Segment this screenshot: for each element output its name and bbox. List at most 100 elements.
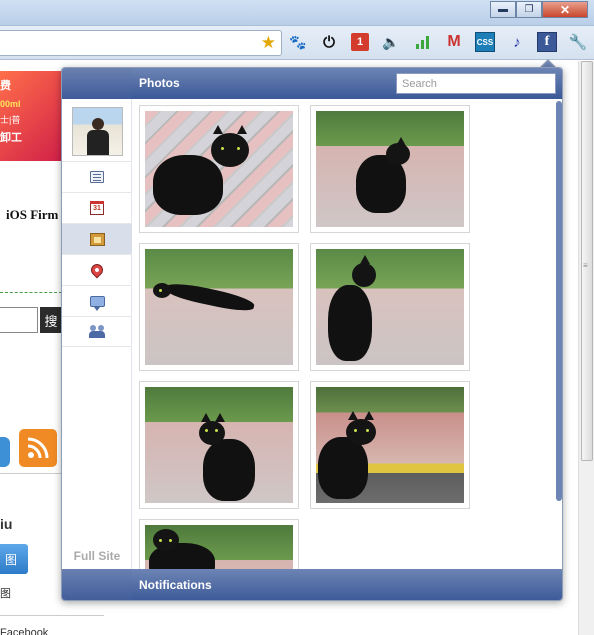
cat-eye xyxy=(221,147,224,150)
scroll-grip-icon: ≡ xyxy=(583,261,588,270)
cat-eye xyxy=(159,539,162,542)
avatar-head xyxy=(92,118,104,130)
cat-shape xyxy=(328,285,372,361)
popup-header-left xyxy=(62,68,132,99)
cat-head xyxy=(386,143,410,165)
cat-shape xyxy=(164,279,256,315)
popup-footer-left xyxy=(62,569,132,600)
cat-eye xyxy=(159,289,162,292)
popup-scrollbar-thumb[interactable] xyxy=(556,101,562,501)
friends-icon xyxy=(89,325,105,338)
photo-thumbnail[interactable] xyxy=(139,381,299,509)
rss-icon[interactable] xyxy=(19,429,57,467)
photo-thumbnail[interactable] xyxy=(139,243,299,371)
photo-thumbnail[interactable] xyxy=(139,519,299,569)
cat-shape xyxy=(318,437,368,499)
photo-thumbnail[interactable] xyxy=(310,243,470,371)
address-bar[interactable]: ★ xyxy=(0,30,282,56)
avatar[interactable] xyxy=(72,107,123,156)
wrench-menu-icon[interactable]: 🔧 xyxy=(568,32,588,52)
cat-shape xyxy=(153,155,223,215)
browser-toolbar: ★ 🐾 ⏻ 1 🔈 M CSS ♪ f 🔧 xyxy=(0,26,594,60)
popup-scrollbar[interactable] xyxy=(555,99,562,569)
cat-eye xyxy=(215,429,218,432)
power-extension-icon[interactable]: ⏻ xyxy=(319,32,339,52)
cat-eye xyxy=(169,539,172,542)
cat-ear xyxy=(396,137,406,146)
photo-thumbnail[interactable] xyxy=(139,105,299,233)
photo-image xyxy=(145,525,293,569)
popup-title: Photos xyxy=(139,76,180,90)
sidebar-item-news-feed[interactable] xyxy=(62,161,132,192)
notifications-label: Notifications xyxy=(139,578,212,592)
sidebar-item-places[interactable] xyxy=(62,254,132,285)
notifications-bar[interactable]: Notifications xyxy=(132,569,562,600)
page-scrollbar[interactable]: ≡ xyxy=(578,61,594,635)
divider xyxy=(0,615,104,616)
sidebar-item-friends[interactable] xyxy=(62,316,132,347)
minimize-button[interactable]: ▬ xyxy=(490,1,516,18)
divider xyxy=(0,292,62,293)
paw-extension-icon[interactable]: 🐾 xyxy=(288,32,308,52)
cat-ear xyxy=(215,413,225,422)
bookmark-star-icon[interactable]: ★ xyxy=(261,33,276,53)
sidebar-nav: 31 xyxy=(62,161,132,347)
chat-bubble-icon xyxy=(89,295,105,311)
cat-eye xyxy=(205,429,208,432)
facebook-extension-icon[interactable]: f xyxy=(537,32,557,52)
avatar-body xyxy=(87,130,109,155)
site-search-button[interactable]: 搜 xyxy=(40,307,62,333)
cat-eye xyxy=(354,429,357,432)
sidebar-item-photos[interactable] xyxy=(62,223,132,254)
cat-head xyxy=(199,421,225,445)
divider xyxy=(0,473,62,474)
photo-image xyxy=(145,249,293,365)
banner-text-3: 士|普 xyxy=(0,115,21,125)
cat-ear xyxy=(360,255,370,264)
cat-head xyxy=(352,263,376,287)
cat-eye xyxy=(237,147,240,150)
cat-ear xyxy=(201,413,211,422)
cat-head xyxy=(346,419,376,445)
signal-bars-extension-icon[interactable] xyxy=(413,32,433,52)
sidebar-item-messages[interactable] xyxy=(62,285,132,316)
banner-text-4: 卸工 xyxy=(0,132,22,144)
speaker-extension-icon[interactable]: 🔈 xyxy=(381,32,401,52)
photo-thumbnail[interactable] xyxy=(310,381,470,509)
window-title-bar: ▬ ❐ ✕ xyxy=(0,0,594,26)
music-extension-icon[interactable]: ♪ xyxy=(507,32,527,52)
photos-icon xyxy=(89,232,105,246)
photo-image xyxy=(316,387,464,503)
maximize-button[interactable]: ❐ xyxy=(516,1,542,18)
site-search-input[interactable] xyxy=(0,307,38,333)
window-controls: ▬ ❐ ✕ xyxy=(490,1,588,18)
ad-banner[interactable]: 费 00ml 士|普 卸工 xyxy=(0,71,66,161)
cat-eye xyxy=(366,429,369,432)
news-feed-icon xyxy=(90,171,104,183)
calendar-icon: 31 xyxy=(90,201,104,215)
popup-sidebar: 31 Full Site xyxy=(62,99,132,569)
sidebar-item-events[interactable]: 31 xyxy=(62,192,132,223)
cat-shape xyxy=(203,439,255,501)
cat-head xyxy=(211,133,249,167)
small-label: 图 xyxy=(0,588,11,600)
cat-head xyxy=(153,529,179,551)
cat-head xyxy=(153,283,171,298)
social-icon[interactable] xyxy=(0,437,10,467)
close-button[interactable]: ✕ xyxy=(542,1,588,18)
banner-text-2: 00ml xyxy=(0,99,21,109)
full-site-link[interactable]: Full Site xyxy=(62,549,132,563)
blue-button[interactable]: 图 xyxy=(0,544,28,574)
gmail-extension-icon[interactable]: M xyxy=(444,32,464,52)
photo-thumbnail[interactable] xyxy=(310,105,470,233)
photo-image xyxy=(316,111,464,227)
photos-search-input[interactable] xyxy=(396,73,556,94)
article-title[interactable]: iOS Firm xyxy=(6,207,58,223)
photo-image xyxy=(316,249,464,365)
badge-extension-icon[interactable]: 1 xyxy=(351,33,369,51)
photo-image xyxy=(145,387,293,503)
photos-content xyxy=(133,99,555,569)
cat-ear xyxy=(348,411,358,420)
cat-ear xyxy=(364,411,374,420)
css-extension-icon[interactable]: CSS xyxy=(475,32,495,52)
